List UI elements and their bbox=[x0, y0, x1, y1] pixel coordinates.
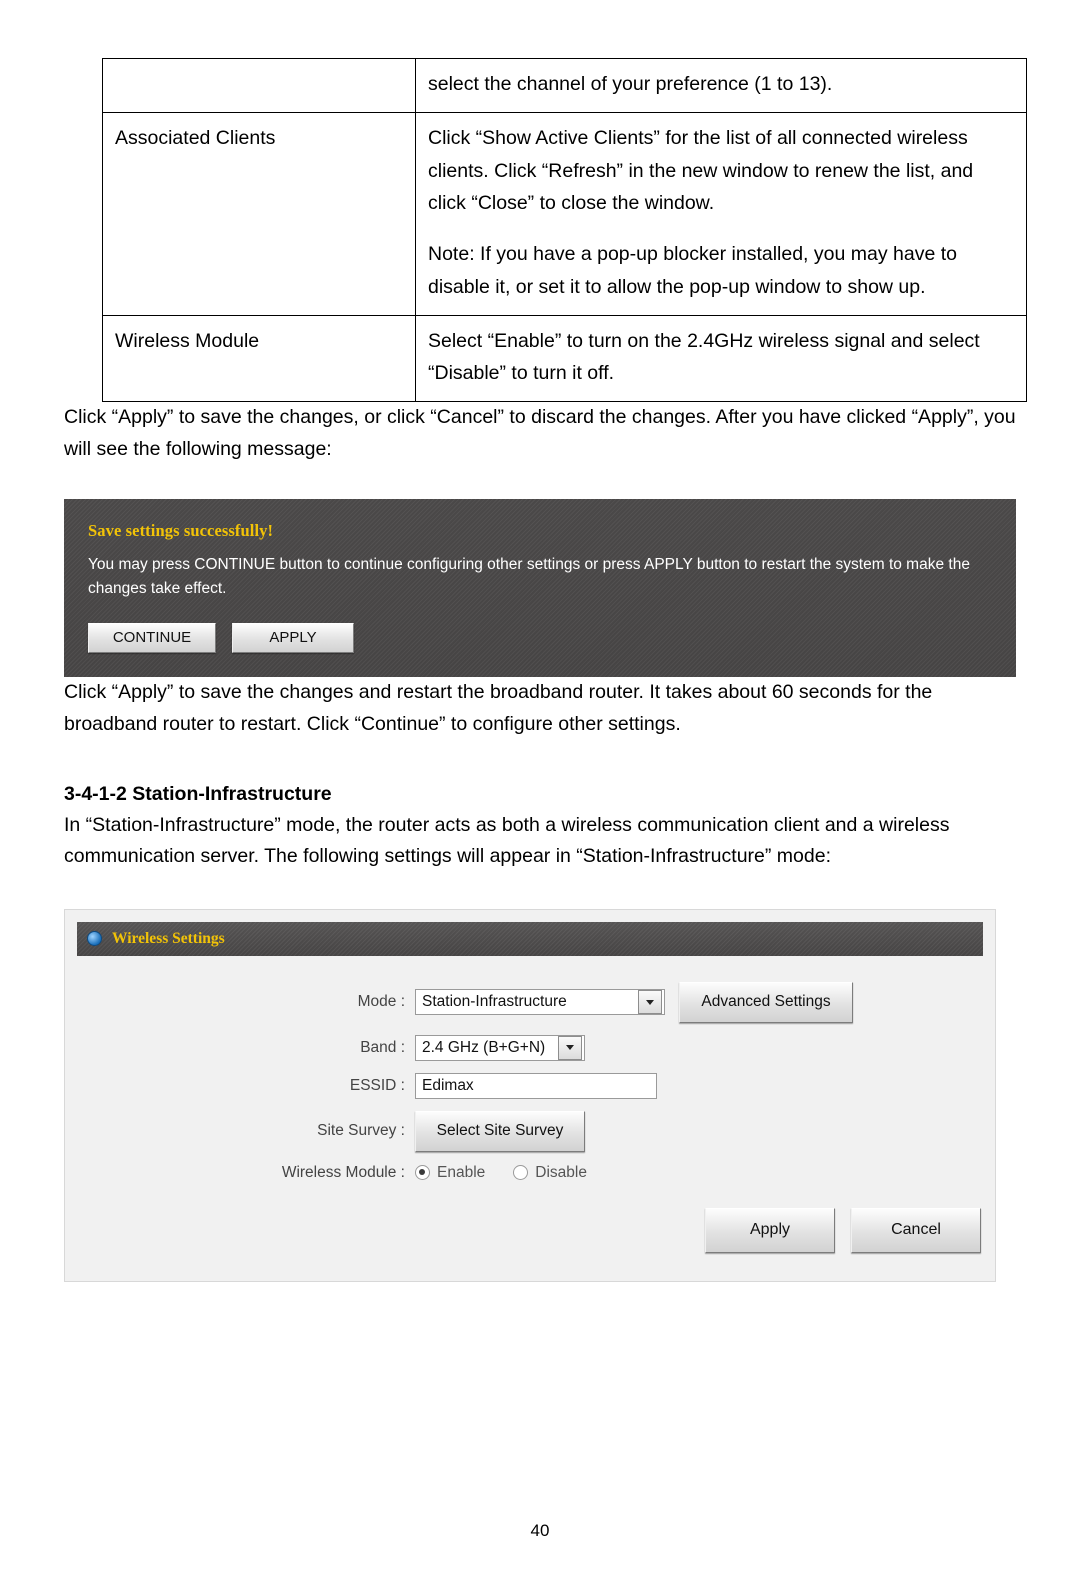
essid-input[interactable]: Edimax bbox=[415, 1072, 657, 1099]
disable-radio[interactable] bbox=[513, 1165, 529, 1181]
table-cell-description-main: Click “Show Active Clients” for the list… bbox=[428, 126, 974, 215]
wireless-settings-title: Wireless Settings bbox=[112, 929, 225, 947]
page-number: 40 bbox=[530, 1521, 550, 1540]
row-mode: Mode : Station-Infrastructure Advanced S… bbox=[65, 981, 995, 1023]
document-page: select the channel of your preference (1… bbox=[0, 58, 1080, 1585]
band-select[interactable]: 2.4 GHz (B+G+N) bbox=[415, 1034, 585, 1061]
mode-select[interactable]: Station-Infrastructure bbox=[415, 989, 665, 1016]
table-row: Wireless Module Select “Enable” to turn … bbox=[102, 314, 1027, 402]
table-row: select the channel of your preference (1… bbox=[102, 58, 1027, 113]
wireless-settings-actions: Apply Cancel bbox=[65, 1207, 995, 1253]
row-band: Band : 2.4 GHz (B+G+N) bbox=[65, 1034, 995, 1061]
mode-label: Mode : bbox=[357, 993, 405, 1011]
paragraph-restart-info: Click “Apply” to save the changes and re… bbox=[64, 681, 933, 735]
apply-button[interactable]: APPLY bbox=[232, 623, 354, 654]
wireless-settings-header: Wireless Settings bbox=[77, 921, 983, 956]
paragraph-station-infrastructure: In “Station-Infrastructure” mode, the ro… bbox=[64, 813, 950, 868]
wireless-module-radios: Enable Disable bbox=[415, 1164, 587, 1182]
row-site-survey: Site Survey : Select Site Survey bbox=[65, 1110, 995, 1152]
save-settings-screenshot: Save settings successfully! You may pres… bbox=[64, 499, 1016, 678]
row-wireless-module: Wireless Module : Enable Disable bbox=[65, 1164, 995, 1182]
table-cell-description: select the channel of your preference (1… bbox=[415, 58, 1027, 113]
enable-radio[interactable] bbox=[415, 1165, 430, 1181]
site-survey-label: Site Survey : bbox=[317, 1122, 405, 1140]
select-site-survey-button[interactable]: Select Site Survey bbox=[415, 1110, 585, 1152]
save-settings-message: You may press CONTINUE button to continu… bbox=[88, 556, 970, 598]
paragraph-apply-cancel: Click “Apply” to save the changes, or cl… bbox=[64, 406, 1016, 460]
wireless-settings-screenshot: Wireless Settings Mode : Station-Infrast… bbox=[64, 908, 996, 1282]
table-cell-description: Select “Enable” to turn on the 2.4GHz wi… bbox=[415, 314, 1027, 402]
chevron-down-icon[interactable] bbox=[638, 990, 662, 1015]
section-heading: 3-4-1-2 Station-Infrastructure bbox=[64, 783, 332, 806]
wireless-settings-form: Mode : Station-Infrastructure Advanced S… bbox=[65, 981, 995, 1253]
wireless-cancel-button[interactable]: Cancel bbox=[851, 1207, 981, 1253]
wireless-module-label: Wireless Module : bbox=[281, 1163, 405, 1181]
continue-button[interactable]: CONTINUE bbox=[88, 623, 216, 654]
table-row: Associated Clients Click “Show Active Cl… bbox=[102, 111, 1027, 316]
enable-radio-label: Enable bbox=[437, 1163, 486, 1181]
table-cell-description-note: Note: If you have a pop-up blocker insta… bbox=[428, 243, 957, 298]
row-essid: ESSID : Edimax bbox=[65, 1072, 995, 1099]
advanced-settings-button[interactable]: Advanced Settings bbox=[679, 981, 853, 1023]
bullet-icon bbox=[87, 931, 102, 947]
essid-label: ESSID : bbox=[349, 1076, 405, 1094]
table-cell-label bbox=[102, 58, 416, 113]
table-cell-description: Click “Show Active Clients” for the list… bbox=[415, 111, 1027, 316]
mode-select-value: Station-Infrastructure bbox=[422, 993, 567, 1011]
band-select-value: 2.4 GHz (B+G+N) bbox=[422, 1038, 546, 1056]
chevron-down-icon[interactable] bbox=[558, 1035, 582, 1060]
band-label: Band : bbox=[360, 1038, 405, 1056]
table-cell-label: Wireless Module bbox=[102, 314, 416, 402]
wireless-apply-button[interactable]: Apply bbox=[705, 1207, 835, 1253]
disable-radio-label: Disable bbox=[535, 1163, 587, 1181]
save-settings-buttons: CONTINUE APPLY bbox=[88, 623, 992, 654]
table-cell-label: Associated Clients bbox=[102, 111, 416, 316]
settings-description-table: select the channel of your preference (1… bbox=[102, 58, 1027, 402]
save-settings-title: Save settings successfully! bbox=[88, 521, 274, 541]
